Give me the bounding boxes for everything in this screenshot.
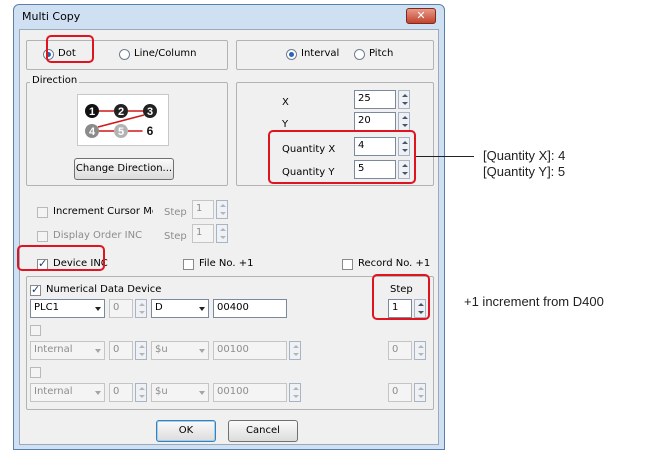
x-spinner[interactable] bbox=[398, 90, 410, 109]
line-column-radio[interactable] bbox=[119, 49, 130, 60]
highlight-device-inc bbox=[17, 245, 105, 271]
window-title: Multi Copy bbox=[22, 10, 81, 23]
cancel-button[interactable]: Cancel bbox=[228, 420, 298, 442]
station-spinner[interactable] bbox=[135, 383, 147, 402]
annotation-increment: +1 increment from D400 bbox=[464, 294, 604, 309]
station-spinner[interactable] bbox=[135, 341, 147, 360]
y-spinner[interactable] bbox=[398, 112, 410, 131]
chevron-down-icon bbox=[95, 349, 101, 353]
x-label: X bbox=[282, 97, 289, 108]
device-type-combo[interactable]: $u bbox=[151, 341, 209, 360]
device-combo-value: Internal bbox=[34, 344, 73, 355]
chevron-down-icon bbox=[95, 391, 101, 395]
step-input[interactable]: 0 bbox=[388, 383, 412, 402]
row2-checkbox[interactable] bbox=[30, 325, 41, 336]
numerical-data-device-label: Numerical Data Device bbox=[46, 284, 162, 295]
highlight-quantity bbox=[268, 130, 416, 184]
direction-group-label: Direction bbox=[30, 75, 80, 86]
display-order-step-spinner[interactable] bbox=[216, 224, 228, 243]
numerical-data-device-checkbox[interactable] bbox=[30, 283, 41, 296]
increment-cursor-step-input[interactable]: 1 bbox=[192, 200, 214, 219]
device-type-combo[interactable]: $u bbox=[151, 383, 209, 402]
increment-cursor-label: Increment Cursor Mo bbox=[53, 206, 153, 217]
increment-cursor-step-label: Step bbox=[164, 207, 187, 218]
step-input[interactable]: 0 bbox=[388, 341, 412, 360]
display-order-step-input[interactable]: 1 bbox=[192, 224, 214, 243]
direction-node-label: 1 bbox=[89, 106, 95, 118]
direction-node-label: 2 bbox=[118, 106, 124, 118]
display-order-step-label: Step bbox=[164, 231, 187, 242]
direction-diagram: 1 2 3 4 5 6 bbox=[85, 104, 158, 139]
chevron-down-icon bbox=[199, 349, 205, 353]
direction-node-label: 4 bbox=[89, 126, 96, 138]
address-spinner[interactable] bbox=[289, 341, 301, 360]
multi-copy-dialog: Multi Copy ✕ Dot Line/Column Interval Pi… bbox=[13, 4, 445, 450]
device-type-combo[interactable]: D bbox=[151, 299, 209, 318]
direction-node-label: 3 bbox=[147, 106, 153, 118]
dialog-client-area: Dot Line/Column Interval Pitch Direction bbox=[19, 29, 439, 445]
direction-preview: 1 2 3 4 5 6 bbox=[77, 94, 169, 146]
ok-button[interactable]: OK bbox=[156, 420, 216, 442]
device-combo[interactable]: Internal bbox=[30, 341, 105, 360]
display-order-checkbox[interactable] bbox=[37, 231, 48, 242]
interval-radio[interactable] bbox=[286, 49, 297, 60]
device-type-value: D bbox=[155, 302, 163, 313]
interval-label: Interval bbox=[301, 48, 340, 59]
station-spinner[interactable] bbox=[135, 299, 147, 318]
step-spinner[interactable] bbox=[414, 341, 426, 360]
pitch-label: Pitch bbox=[369, 48, 394, 59]
device-combo[interactable]: PLC1 bbox=[30, 299, 105, 318]
y-label: Y bbox=[282, 119, 289, 130]
device-type-value: $u bbox=[155, 386, 168, 397]
change-direction-button[interactable]: Change Direction... bbox=[74, 158, 174, 180]
x-input[interactable]: 25 bbox=[354, 90, 396, 109]
chevron-down-icon bbox=[199, 307, 205, 311]
close-button[interactable]: ✕ bbox=[406, 8, 436, 24]
display-order-label: Display Order INC bbox=[53, 230, 143, 241]
annotation-quantity-y: [Quantity Y]: 5 bbox=[483, 164, 566, 179]
address-spinner[interactable] bbox=[289, 383, 301, 402]
row3-checkbox[interactable] bbox=[30, 367, 41, 378]
highlight-step bbox=[372, 274, 430, 320]
direction-node-label: 5 bbox=[118, 126, 124, 138]
title-bar: Multi Copy ✕ bbox=[14, 5, 444, 29]
device-type-value: $u bbox=[155, 344, 168, 355]
direction-node-label: 6 bbox=[147, 124, 154, 138]
station-input[interactable]: 0 bbox=[109, 383, 133, 402]
address-input[interactable]: 00100 bbox=[213, 383, 287, 402]
line-column-label: Line/Column bbox=[134, 48, 197, 59]
station-input[interactable]: 0 bbox=[109, 299, 133, 318]
device-combo-value: PLC1 bbox=[34, 302, 59, 313]
device-combo-value: Internal bbox=[34, 386, 73, 397]
file-no-checkbox[interactable] bbox=[183, 259, 194, 270]
record-no-label: Record No. +1 bbox=[358, 258, 431, 269]
address-input[interactable]: 00400 bbox=[213, 299, 287, 318]
station-input[interactable]: 0 bbox=[109, 341, 133, 360]
file-no-label: File No. +1 bbox=[199, 258, 254, 269]
record-no-checkbox[interactable] bbox=[342, 259, 353, 270]
chevron-down-icon bbox=[95, 307, 101, 311]
step-spinner[interactable] bbox=[414, 383, 426, 402]
increment-cursor-step-spinner[interactable] bbox=[216, 200, 228, 219]
device-combo[interactable]: Internal bbox=[30, 383, 105, 402]
y-input[interactable]: 20 bbox=[354, 112, 396, 131]
address-input[interactable]: 00100 bbox=[213, 341, 287, 360]
increment-cursor-checkbox[interactable] bbox=[37, 207, 48, 218]
callout-line bbox=[416, 156, 474, 157]
annotation-quantity-x: [Quantity X]: 4 bbox=[483, 148, 566, 163]
chevron-down-icon bbox=[199, 391, 205, 395]
highlight-dot bbox=[46, 35, 94, 63]
pitch-radio[interactable] bbox=[354, 49, 365, 60]
